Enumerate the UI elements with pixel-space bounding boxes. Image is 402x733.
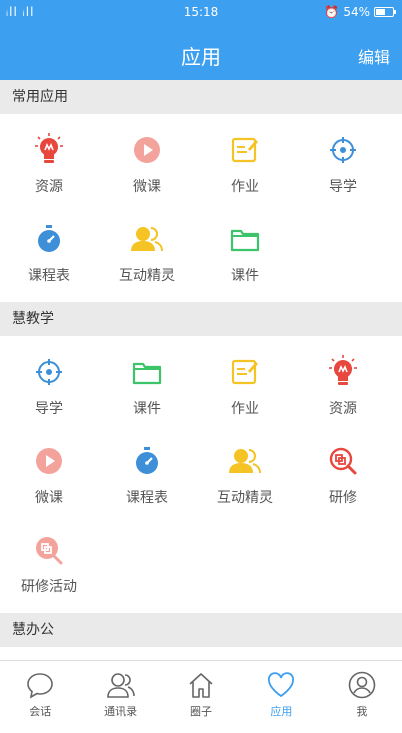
- app-grid: 资源 微课 作业 导学课程表 互动精灵 课件: [0, 114, 402, 302]
- app-item-label: 课程表: [126, 490, 168, 506]
- app-item[interactable]: 资源: [294, 346, 392, 435]
- tab-label: 圈子: [190, 705, 213, 718]
- folder-icon: [227, 221, 263, 257]
- lightbulb-icon: [325, 354, 361, 390]
- app-item-label: 课件: [231, 268, 259, 284]
- app-item[interactable]: 导学: [0, 346, 98, 435]
- users-icon: [129, 221, 165, 257]
- tab-bar: 会话 通讯录 圈子 应用 我: [0, 660, 402, 733]
- research-activity-icon: [31, 532, 67, 568]
- app-item[interactable]: 互动精灵: [98, 213, 196, 302]
- tab-item[interactable]: 通讯录: [80, 661, 160, 733]
- app-list[interactable]: 常用应用 资源 微课 作业 导学 课程表 互动精灵 课件 慧教学 导学 课件 作业 资源 微课 课程表 互动精…: [0, 80, 402, 660]
- app-item[interactable]: 微课: [98, 124, 196, 213]
- play-icon: [129, 132, 165, 168]
- tab-item[interactable]: 会话: [0, 661, 80, 733]
- app-item-label: 课程表: [28, 268, 70, 284]
- status-bar: ᵢll ᵢll 15:18 ⏰ 54%: [0, 0, 402, 24]
- stopwatch-icon: [129, 443, 165, 479]
- profile-icon: [348, 671, 376, 699]
- app-item-label: 作业: [231, 179, 259, 195]
- app-item[interactable]: 课件: [98, 346, 196, 435]
- app-item-label: 资源: [329, 401, 357, 417]
- page-title: 应用: [181, 45, 221, 69]
- users-icon: [227, 443, 263, 479]
- app-item[interactable]: 课程表: [0, 213, 98, 302]
- alarm-icon: ⏰: [324, 5, 340, 19]
- app-item-label: 微课: [35, 490, 63, 506]
- app-item-label: 课件: [133, 401, 161, 417]
- research-icon: [325, 443, 361, 479]
- app-item[interactable]: 研修活动: [0, 524, 98, 613]
- edit-button[interactable]: 编辑: [358, 44, 390, 68]
- app-item[interactable]: 互动精灵: [196, 435, 294, 524]
- app-item-label: 研修: [329, 490, 357, 506]
- stopwatch-icon: [31, 221, 67, 257]
- tab-label: 我: [356, 705, 368, 718]
- nav-bar: 应用 编辑: [0, 24, 402, 80]
- tab-item[interactable]: 我: [322, 661, 402, 733]
- app-item-label: 互动精灵: [217, 490, 273, 506]
- app-item[interactable]: 作业: [196, 346, 294, 435]
- app-item[interactable]: 课程表: [98, 435, 196, 524]
- tab-label: 会话: [29, 705, 52, 718]
- app-grid: 导学 课件 作业 资源微课 课程表 互动精灵 研修研修活动: [0, 336, 402, 613]
- app-item[interactable]: 导学: [294, 124, 392, 213]
- section-header: 慧办公: [0, 613, 402, 647]
- app-item-label: 导学: [329, 179, 357, 195]
- contacts-icon: [106, 671, 135, 699]
- app-item[interactable]: 研修: [294, 435, 392, 524]
- play-icon: [31, 443, 67, 479]
- app-item-label: 微课: [133, 179, 161, 195]
- tab-item[interactable]: 应用: [241, 661, 321, 733]
- edit-icon: [227, 354, 263, 390]
- status-right: ⏰ 54%: [324, 5, 396, 19]
- lightbulb-icon: [31, 132, 67, 168]
- folder-icon: [129, 354, 165, 390]
- app-item-label: 导学: [35, 401, 63, 417]
- section-header: 常用应用: [0, 80, 402, 114]
- app-item-label: 研修活动: [21, 579, 77, 595]
- app-item[interactable]: 资源: [0, 124, 98, 213]
- section-header: 慧教学: [0, 302, 402, 336]
- battery-icon: [374, 7, 396, 17]
- chat-icon: [26, 671, 54, 699]
- edit-icon: [227, 132, 263, 168]
- target-icon: [31, 354, 67, 390]
- tab-item[interactable]: 圈子: [161, 661, 241, 733]
- target-icon: [325, 132, 361, 168]
- home-icon: [187, 671, 215, 699]
- app-item[interactable]: 微课: [0, 435, 98, 524]
- app-item-label: 作业: [231, 401, 259, 417]
- app-item-label: 资源: [35, 179, 63, 195]
- app-item[interactable]: 课件: [196, 213, 294, 302]
- battery-percent: 54%: [343, 5, 370, 19]
- tab-label: 通讯录: [104, 705, 138, 718]
- tab-label: 应用: [270, 705, 293, 718]
- app-item-label: 互动精灵: [119, 268, 175, 284]
- app-item[interactable]: 作业: [196, 124, 294, 213]
- heart-icon: [267, 671, 295, 699]
